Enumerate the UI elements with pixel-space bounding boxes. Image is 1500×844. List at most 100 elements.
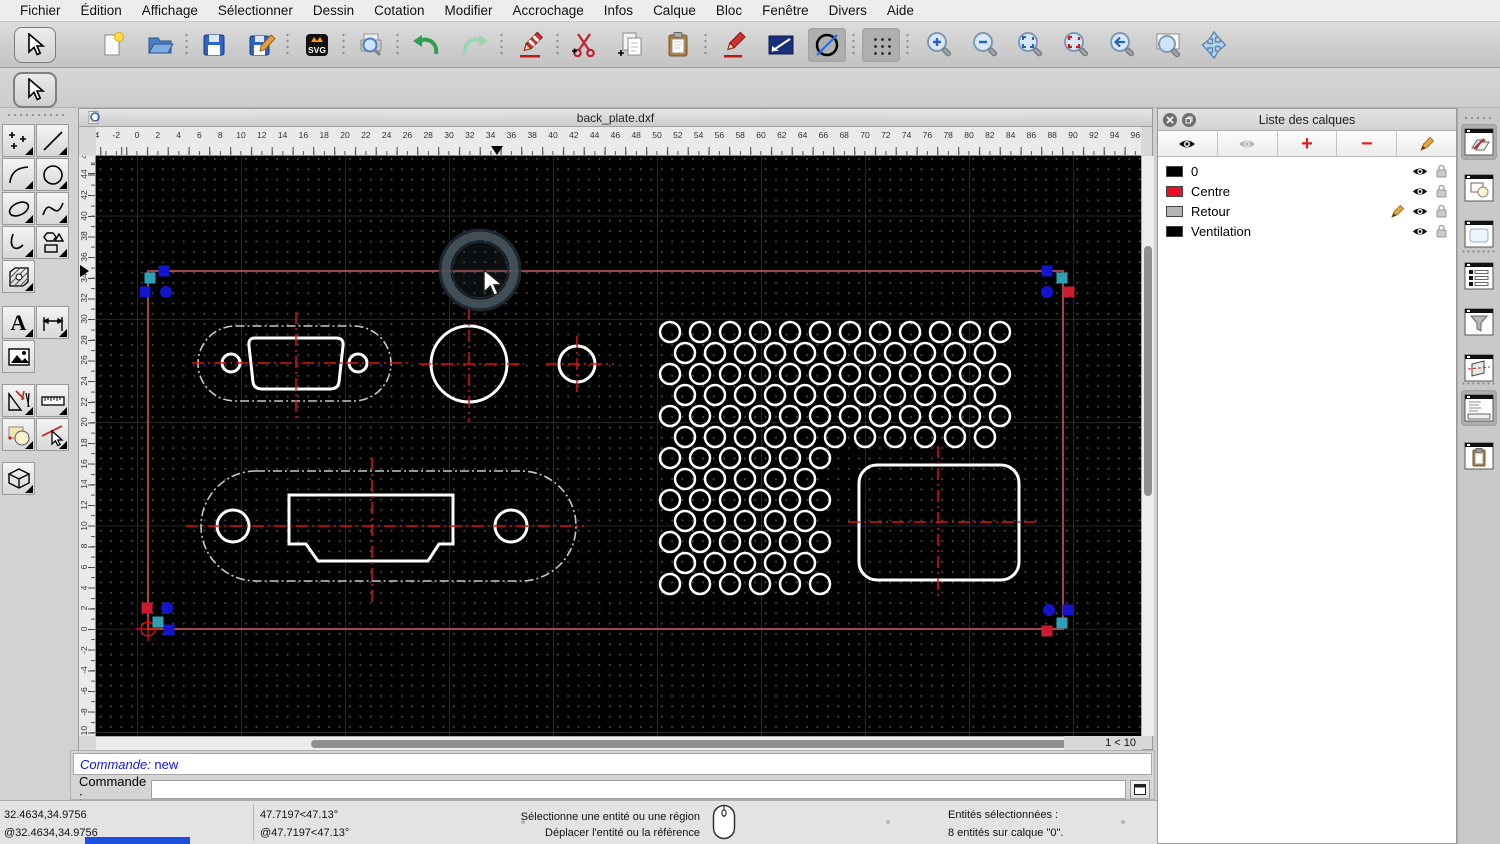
drawing-canvas[interactable] (96, 156, 1141, 736)
tool-modify-select[interactable] (36, 418, 69, 451)
delete-button[interactable] (512, 28, 550, 62)
layer-row-ventilation[interactable]: Ventilation (1158, 221, 1456, 241)
undock-icon[interactable] (1182, 113, 1196, 127)
select-tool-button[interactable] (14, 27, 56, 63)
tool-points[interactable] (2, 124, 35, 157)
menu-calque[interactable]: Calque (643, 3, 706, 18)
tool-spline[interactable] (36, 192, 69, 225)
palette-drag-handle[interactable] (6, 113, 68, 117)
close-icon[interactable] (1163, 113, 1177, 127)
document-titlebar[interactable]: back_plate.dxf (79, 109, 1152, 127)
tool-measure[interactable] (36, 384, 69, 417)
menu-selectionner[interactable]: Sélectionner (208, 3, 303, 18)
tool-modify[interactable] (2, 418, 35, 451)
layer-lock-icon[interactable] (1435, 224, 1448, 238)
pen-edit-button[interactable] (715, 28, 753, 62)
layer-visible-icon[interactable] (1412, 226, 1428, 237)
layer-color-swatch[interactable] (1166, 205, 1183, 217)
tool-dimension[interactable] (36, 306, 69, 339)
tool-3d-box[interactable] (2, 462, 35, 495)
save-as-button[interactable] (242, 28, 280, 62)
remove-layer-button[interactable]: − (1337, 131, 1398, 156)
layer-lock-icon[interactable] (1435, 184, 1448, 198)
vertical-scrollbar-thumb[interactable] (1144, 246, 1152, 496)
vent-hole (793, 509, 817, 533)
menu-fichier[interactable]: Fichier (10, 3, 71, 18)
zoom-previous-button[interactable] (1103, 28, 1141, 62)
open-file-button[interactable] (141, 28, 179, 62)
copy-button[interactable] (612, 28, 650, 62)
snap-grid-button[interactable] (862, 28, 900, 62)
tool-text[interactable]: A (2, 306, 35, 339)
print-preview-button[interactable] (352, 28, 390, 62)
zoom-window-button[interactable] (1149, 28, 1187, 62)
edit-layer-button[interactable] (1397, 131, 1456, 156)
save-button[interactable] (195, 28, 233, 62)
menu-dessin[interactable]: Dessin (303, 3, 364, 18)
menu-modifier[interactable]: Modifier (434, 3, 502, 18)
redo-button[interactable] (455, 28, 493, 62)
layer-row-0[interactable]: 0 (1158, 161, 1456, 181)
tool-arc[interactable] (2, 158, 35, 191)
selection-pointer-button[interactable] (13, 72, 57, 108)
menu-bloc[interactable]: Bloc (706, 3, 752, 18)
horizontal-scrollbar[interactable] (96, 736, 1141, 751)
tool-circle[interactable] (36, 158, 69, 191)
menu-edition[interactable]: Édition (71, 3, 132, 18)
cut-button[interactable] (565, 28, 603, 62)
command-detach-button[interactable] (1130, 779, 1150, 799)
layer-panel-titlebar[interactable]: Liste des calques (1158, 109, 1456, 131)
menu-cotation[interactable]: Cotation (364, 3, 434, 18)
dock-block-list-button[interactable] (1461, 170, 1497, 206)
draft-line-mode-button[interactable] (762, 28, 800, 62)
dock-clipboard-button[interactable] (1461, 438, 1497, 474)
zoom-selected-button[interactable] (1057, 28, 1095, 62)
command-input[interactable] (151, 779, 1126, 799)
paste-button[interactable] (659, 28, 697, 62)
tool-line[interactable] (36, 124, 69, 157)
tool-hatch[interactable] (2, 260, 35, 293)
menu-affichage[interactable]: Affichage (132, 3, 208, 18)
h-ruler-label: 52 (673, 130, 683, 140)
dock-command-line-button[interactable] (1461, 390, 1497, 426)
menu-aide[interactable]: Aide (877, 3, 924, 18)
menu-infos[interactable]: Infos (594, 3, 643, 18)
menu-fenetre[interactable]: Fenêtre (752, 3, 819, 18)
vertical-scrollbar[interactable] (1141, 156, 1154, 736)
undo-button[interactable] (408, 28, 446, 62)
pan-button[interactable] (1195, 28, 1233, 62)
layer-color-swatch[interactable] (1166, 225, 1183, 237)
tool-image[interactable] (2, 340, 35, 373)
layer-visible-icon[interactable] (1412, 186, 1428, 197)
show-all-layers-button[interactable] (1158, 131, 1218, 156)
menu-divers[interactable]: Divers (819, 3, 877, 18)
layer-visible-icon[interactable] (1412, 166, 1428, 177)
horizontal-scrollbar-thumb[interactable] (311, 740, 1111, 748)
svg-export-button[interactable]: SVG (298, 28, 336, 62)
menu-accrochage[interactable]: Accrochage (502, 3, 593, 18)
tool-polygon[interactable] (36, 226, 69, 259)
new-file-button[interactable] (94, 28, 132, 62)
draft-circle-mode-button[interactable] (808, 28, 846, 62)
hide-all-layers-button[interactable] (1217, 131, 1278, 156)
dock-command-options-button[interactable] (1461, 350, 1497, 386)
dock-layer-list-button[interactable] (1461, 124, 1497, 160)
tool-polyline[interactable] (2, 226, 35, 259)
layer-visible-icon[interactable] (1412, 206, 1428, 217)
dock-drag-handle[interactable] (1463, 116, 1493, 120)
layer-color-swatch[interactable] (1166, 165, 1183, 177)
dock-entity-list-button[interactable] (1461, 258, 1497, 294)
zoom-auto-button[interactable] (1011, 28, 1049, 62)
layer-row-retour[interactable]: Retour (1158, 201, 1456, 221)
layer-color-swatch[interactable] (1166, 185, 1183, 197)
layer-lock-icon[interactable] (1435, 164, 1448, 178)
dock-filter-button[interactable] (1461, 304, 1497, 340)
zoom-out-button[interactable] (966, 28, 1004, 62)
zoom-in-button[interactable] (920, 28, 958, 62)
layer-row-centre[interactable]: Centre (1158, 181, 1456, 201)
layer-lock-icon[interactable] (1435, 204, 1448, 218)
tool-misc-draw[interactable] (2, 384, 35, 417)
tool-ellipse[interactable] (2, 192, 35, 225)
dock-library-browser-button[interactable] (1461, 216, 1497, 252)
add-layer-button[interactable]: + (1277, 131, 1338, 156)
